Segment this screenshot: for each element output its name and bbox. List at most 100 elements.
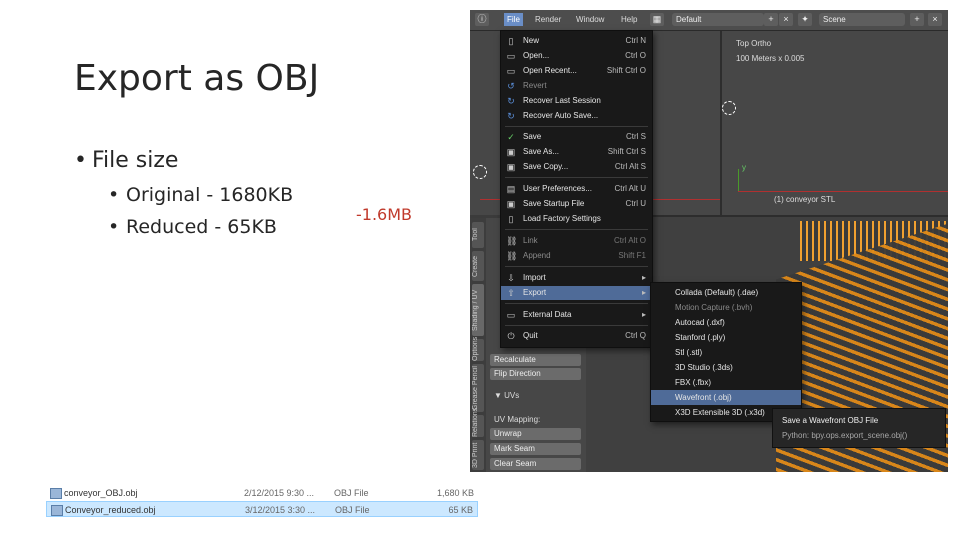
export-3d-studio[interactable]: 3D Studio (.3ds) xyxy=(651,360,801,375)
add-scene-icon[interactable]: + xyxy=(910,13,924,26)
size-delta: -1.6MB xyxy=(356,205,412,224)
menu-help[interactable]: Help xyxy=(621,15,637,24)
export-stl[interactable]: Stl (.stl) xyxy=(651,345,801,360)
flip-direction-button[interactable]: Flip Direction xyxy=(490,368,581,380)
object-name-label: (1) conveyor STL xyxy=(774,195,836,204)
menu-separator xyxy=(505,266,648,267)
tab-grease-pencil[interactable]: Grease Pencil xyxy=(472,364,484,412)
menu-item-save[interactable]: ✓ Save Ctrl S xyxy=(501,130,652,144)
slide-title: Export as OBJ xyxy=(74,58,320,99)
menu-item-user-preferences[interactable]: ▤ User Preferences... Ctrl Alt U xyxy=(501,182,652,196)
uvs-panel-header[interactable]: ▼ UVs xyxy=(494,391,519,400)
menu-item-external-data[interactable]: ▭ External Data ▸ xyxy=(501,308,652,322)
tab-tool[interactable]: Tool xyxy=(472,222,484,248)
tool-shelf-tabs: Tool Create Shading / UV Options Grease … xyxy=(470,218,486,472)
startup-file-icon: ▣ xyxy=(506,199,516,209)
viewport-top-ortho[interactable]: Top Ortho 100 Meters x 0.005 y (1) conve… xyxy=(722,31,948,215)
menu-item-new[interactable]: ▯ New Ctrl N xyxy=(501,34,652,48)
file-row[interactable]: conveyor_OBJ.obj 2/12/2015 9:30 ... OBJ … xyxy=(46,485,478,501)
menu-item-append: ⛓ Append Shift F1 xyxy=(506,251,646,261)
tab-create[interactable]: Create xyxy=(472,251,484,281)
menu-item-save-startup-file[interactable]: ▣ Save Startup File Ctrl U xyxy=(501,197,652,211)
menu-separator xyxy=(505,303,648,304)
export-autocad[interactable]: Autocad (.dxf) xyxy=(651,315,801,330)
file-icon xyxy=(51,505,63,516)
scene-selector[interactable]: Scene xyxy=(819,13,905,26)
preferences-icon: ▤ xyxy=(506,184,516,194)
menu-separator xyxy=(505,325,648,326)
remove-scene-icon[interactable]: × xyxy=(928,13,942,26)
menu-item-open-recent[interactable]: ▭ Open Recent... Shift Ctrl O xyxy=(501,64,652,78)
menu-item-revert: ↺ Revert xyxy=(507,81,547,91)
menu-item-link: ⛓ Link Ctrl Alt O xyxy=(506,236,646,246)
export-wavefront-obj[interactable]: Wavefront (.obj) xyxy=(651,390,801,405)
y-axis-line xyxy=(738,169,739,191)
import-icon: ⇩ xyxy=(507,273,515,283)
quit-icon: ⏻ xyxy=(507,331,515,341)
tab-3d-print[interactable]: 3D Print xyxy=(472,440,484,470)
menu-item-recover-auto-save[interactable]: ↻ Recover Auto Save... xyxy=(501,109,652,123)
append-icon: ⛓ xyxy=(506,251,518,261)
tab-options[interactable]: Options xyxy=(472,337,484,361)
view-scale-label: 100 Meters x 0.005 xyxy=(736,54,805,63)
menu-separator xyxy=(505,177,648,178)
tab-relations[interactable]: Relations xyxy=(472,408,484,437)
unwrap-button[interactable]: Unwrap xyxy=(490,428,581,440)
open-folder-icon: ▭ xyxy=(506,51,516,61)
bullet-file-size: • File size xyxy=(74,148,179,173)
tab-shading-uv[interactable]: Shading / UV xyxy=(472,284,484,336)
file-menu: ▯ New Ctrl N ▭ Open... Ctrl O ▭ Open Recent..… xyxy=(500,30,653,348)
menu-item-quit[interactable]: ⏻ Quit Ctrl Q xyxy=(501,329,652,343)
menu-separator xyxy=(505,229,648,230)
menu-render[interactable]: Render xyxy=(535,15,561,24)
menu-item-save-as[interactable]: ▣ Save As... Shift Ctrl S xyxy=(501,145,652,159)
bullet-original: • Original - 1680KB xyxy=(108,184,294,206)
3d-cursor-icon xyxy=(473,165,487,179)
save-copy-icon: ▣ xyxy=(506,162,516,172)
mark-seam-button[interactable]: Mark Seam xyxy=(490,443,581,455)
save-check-icon: ✓ xyxy=(507,132,515,142)
menu-file[interactable]: File xyxy=(504,13,523,26)
scene-icon[interactable]: ✦ xyxy=(798,13,812,26)
layout-selector[interactable]: Default xyxy=(672,13,764,26)
link-icon: ⛓ xyxy=(506,236,518,246)
bullet-reduced: • Reduced - 65KB xyxy=(108,216,277,238)
export-submenu: Collada (Default) (.dae) Motion Capture … xyxy=(650,282,802,422)
recover-auto-icon: ↻ xyxy=(507,111,515,121)
export-collada[interactable]: Collada (Default) (.dae) xyxy=(651,285,801,300)
menu-item-import[interactable]: ⇩ Import ▸ xyxy=(501,271,652,285)
menu-separator xyxy=(505,126,648,127)
file-row[interactable]: Conveyor_reduced.obj 3/12/2015 3:30 ... … xyxy=(46,501,478,517)
info-icon[interactable]: ⓘ xyxy=(475,13,489,26)
export-motion-capture[interactable]: Motion Capture (.bvh) xyxy=(651,300,801,315)
recover-icon: ↻ xyxy=(507,96,515,106)
menu-item-save-copy[interactable]: ▣ Save Copy... Ctrl Alt S xyxy=(501,160,652,174)
external-data-icon: ▭ xyxy=(506,310,516,320)
3d-cursor-icon xyxy=(722,101,736,115)
file-icon xyxy=(50,488,62,499)
layout-grid-icon[interactable]: ▦ xyxy=(650,13,664,26)
menu-item-recover-last-session[interactable]: ↻ Recover Last Session xyxy=(501,94,652,108)
export-fbx[interactable]: FBX (.fbx) xyxy=(651,375,801,390)
add-layout-icon[interactable]: + xyxy=(764,13,778,26)
open-recent-icon: ▭ xyxy=(506,66,516,76)
uv-mapping-label: UV Mapping: xyxy=(494,415,541,424)
factory-settings-icon: ▯ xyxy=(508,214,514,224)
save-as-icon: ▣ xyxy=(506,147,516,157)
menu-item-open[interactable]: ▭ Open... Ctrl O xyxy=(501,49,652,63)
new-file-icon: ▯ xyxy=(508,36,514,46)
menu-window[interactable]: Window xyxy=(576,15,604,24)
x-axis-line xyxy=(738,191,948,192)
clear-seam-button[interactable]: Clear Seam xyxy=(490,458,581,470)
y-axis-label: y xyxy=(742,163,746,172)
export-stanford[interactable]: Stanford (.ply) xyxy=(651,330,801,345)
export-tooltip: Save a Wavefront OBJ File Python: bpy.op… xyxy=(772,408,946,448)
export-icon: ⇧ xyxy=(507,288,515,298)
menu-item-export[interactable]: ⇧ Export ▸ xyxy=(501,286,652,300)
revert-icon: ↺ xyxy=(507,81,515,91)
recalculate-button[interactable]: Recalculate xyxy=(490,354,581,366)
file-list: conveyor_OBJ.obj 2/12/2015 9:30 ... OBJ … xyxy=(46,485,478,519)
blender-window: ⓘ File Render Window Help ▦ Default + × … xyxy=(470,10,948,472)
remove-layout-icon[interactable]: × xyxy=(779,13,793,26)
menu-item-load-factory-settings[interactable]: ▯ Load Factory Settings xyxy=(501,212,652,226)
